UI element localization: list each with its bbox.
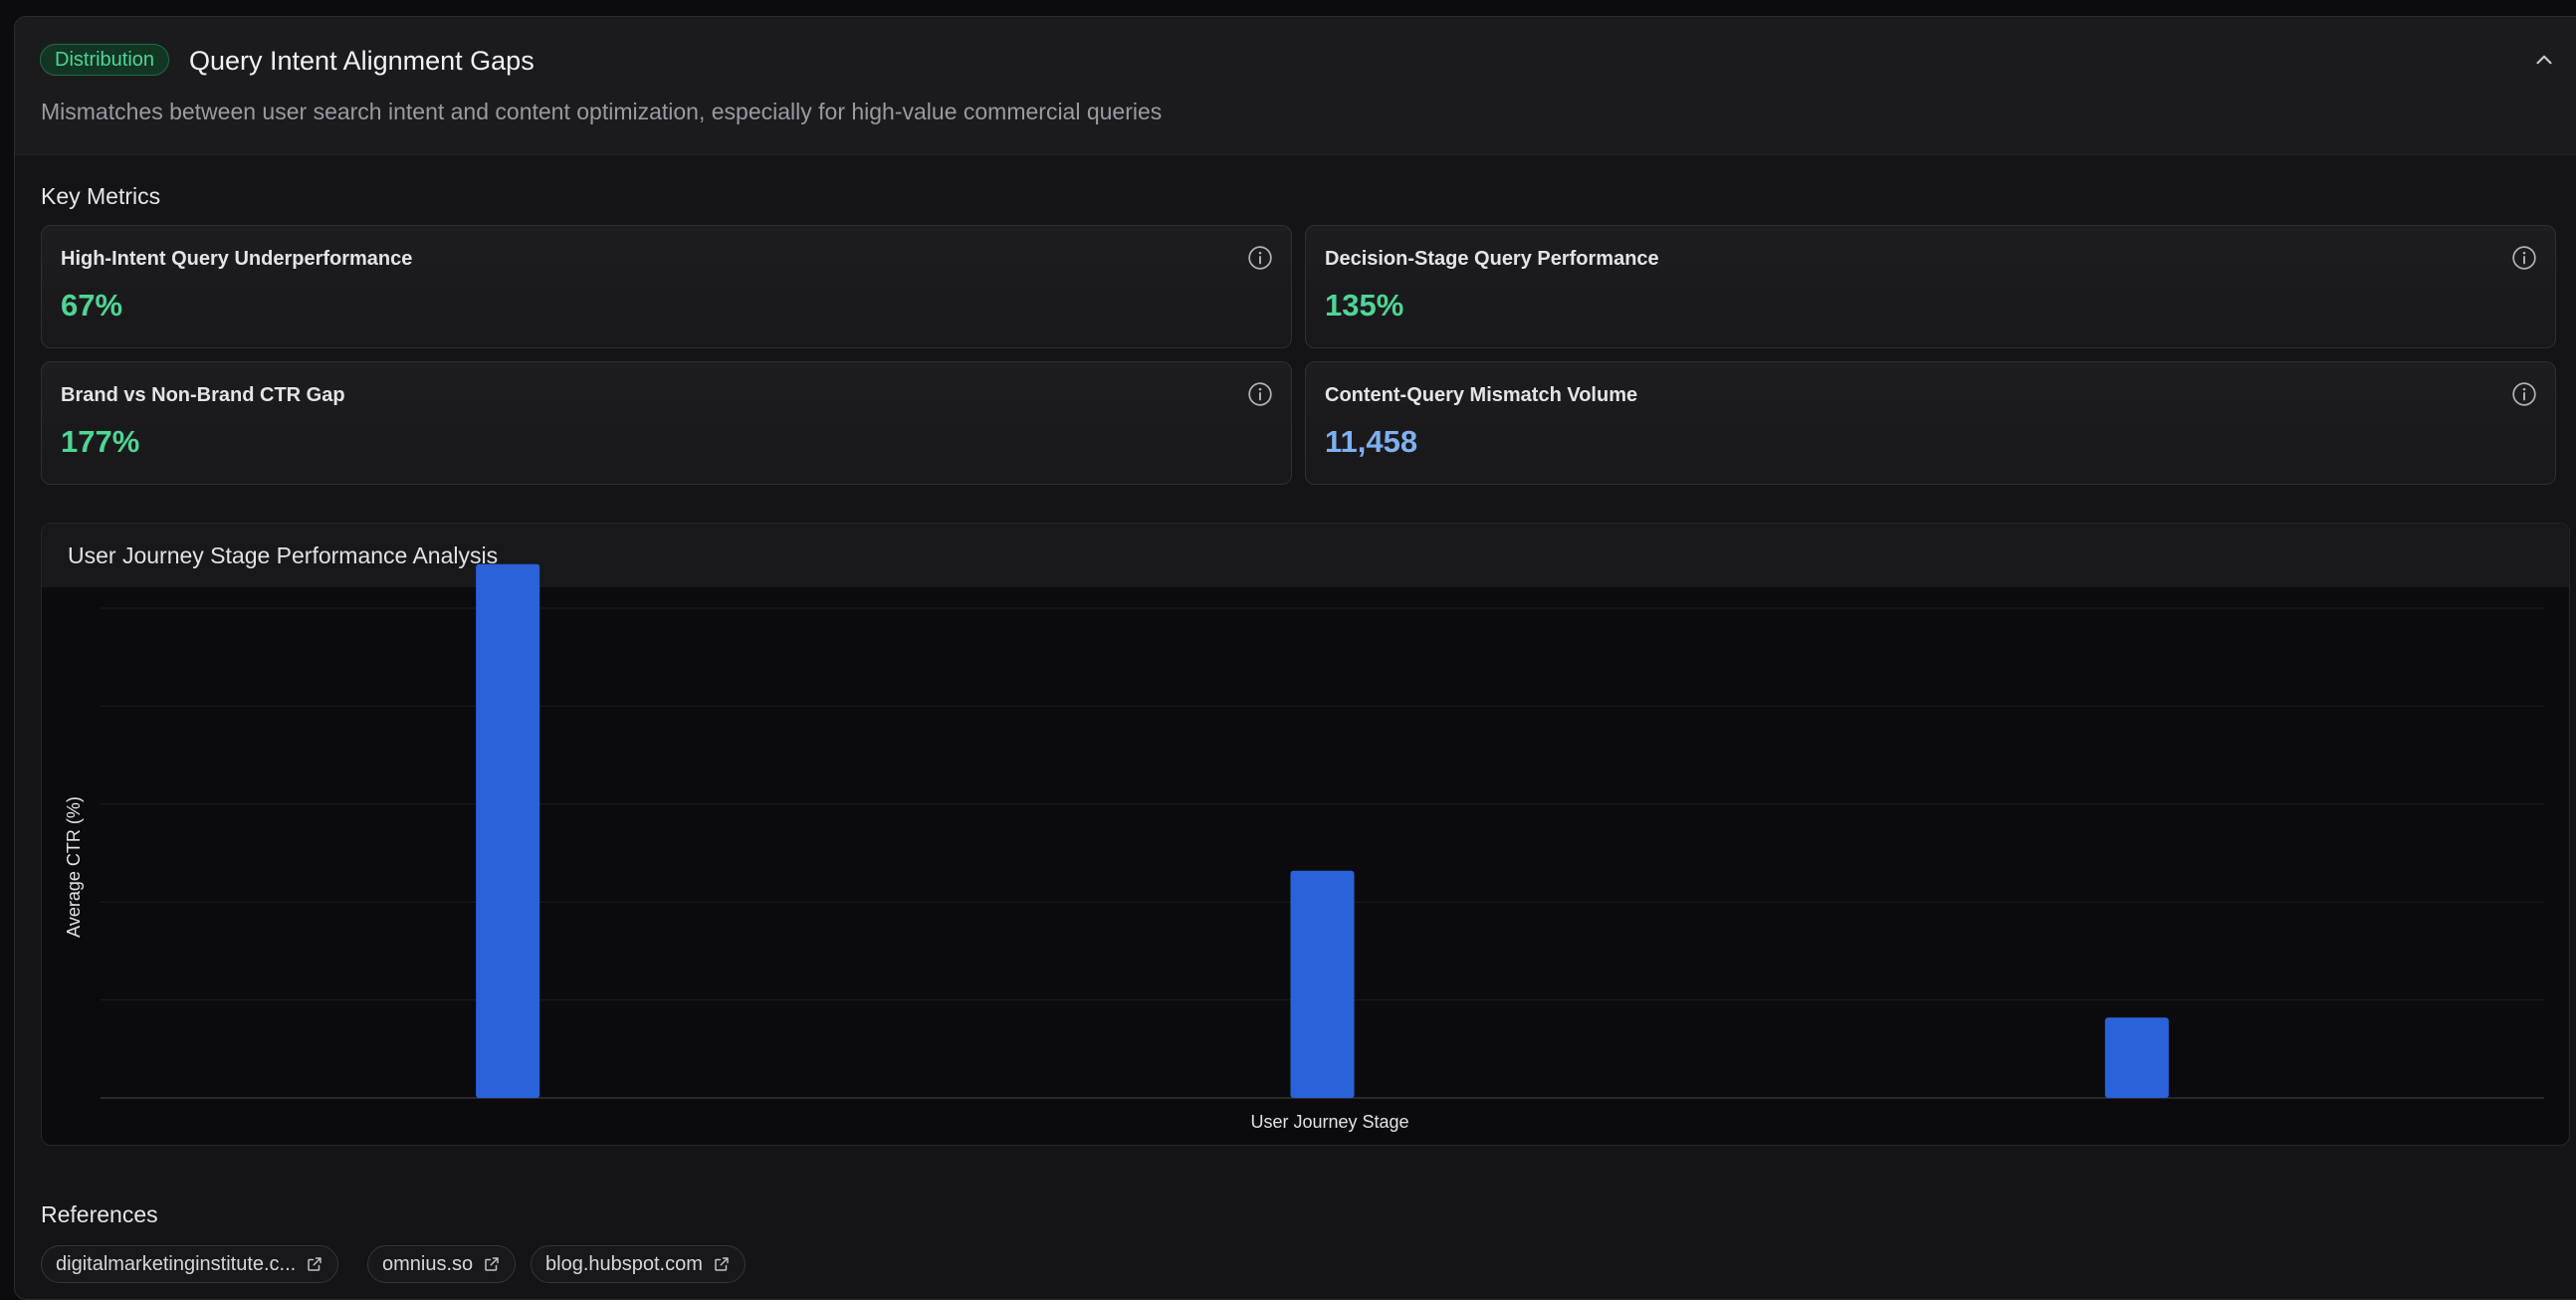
metric-value: 11,458	[1325, 424, 1418, 459]
info-icon[interactable]	[2511, 381, 2537, 407]
metric-label: Brand vs Non-Brand CTR Gap	[61, 384, 345, 406]
chart-bar[interactable]	[476, 563, 540, 1098]
chart-bar[interactable]	[1290, 870, 1355, 1098]
info-icon[interactable]	[1247, 381, 1273, 407]
reference-link[interactable]: omnius.so	[367, 1245, 517, 1283]
reference-label: blog.hubspot.com	[545, 1252, 703, 1275]
y-axis-label: Average CTR (%)	[64, 796, 84, 938]
reference-link[interactable]: blog.hubspot.com	[531, 1245, 746, 1283]
panel-title: Query Intent Alignment Gaps	[189, 46, 535, 76]
key-metrics-heading: Key Metrics	[41, 183, 161, 209]
metric-label: Content-Query Mismatch Volume	[1325, 384, 1638, 406]
chevron-up-icon[interactable]	[2531, 47, 2557, 73]
chart-card: User Journey Stage Performance Analysis …	[41, 523, 2570, 1146]
insight-panel: Distribution Query Intent Alignment Gaps…	[14, 16, 2576, 1300]
metric-card: Decision-Stage Query Performance 135%	[1305, 225, 2556, 348]
metric-card: Brand vs Non-Brand CTR Gap 177%	[41, 361, 1292, 485]
bar-chart: Average CTR (%) User Journey Stage	[64, 563, 2544, 1132]
external-link-icon	[308, 1257, 322, 1271]
metric-value: 177%	[61, 424, 140, 459]
external-link-icon	[485, 1257, 499, 1271]
external-link-icon	[715, 1257, 729, 1271]
metric-value: 67%	[61, 288, 123, 323]
info-icon[interactable]	[1247, 245, 1273, 271]
reference-link[interactable]: digitalmarketinginstitute.c...	[41, 1245, 339, 1283]
references-heading: References	[41, 1201, 158, 1227]
panel-header: Distribution Query Intent Alignment Gaps…	[15, 17, 2576, 155]
metric-label: High-Intent Query Underperformance	[61, 248, 413, 270]
metric-card: Content-Query Mismatch Volume 11,458	[1305, 361, 2556, 485]
metric-card: High-Intent Query Underperformance 67%	[41, 225, 1292, 348]
reference-label: omnius.so	[382, 1252, 474, 1275]
metric-label: Decision-Stage Query Performance	[1325, 248, 1659, 270]
category-badge: Distribution	[40, 44, 170, 76]
reference-label: digitalmarketinginstitute.c...	[56, 1252, 297, 1275]
info-icon[interactable]	[2511, 245, 2537, 271]
x-axis-label: User Journey Stage	[1250, 1112, 1408, 1132]
chart-bar[interactable]	[2104, 1017, 2169, 1098]
panel-description: Mismatches between user search intent an…	[41, 99, 1163, 124]
metric-value: 135%	[1325, 288, 1404, 323]
